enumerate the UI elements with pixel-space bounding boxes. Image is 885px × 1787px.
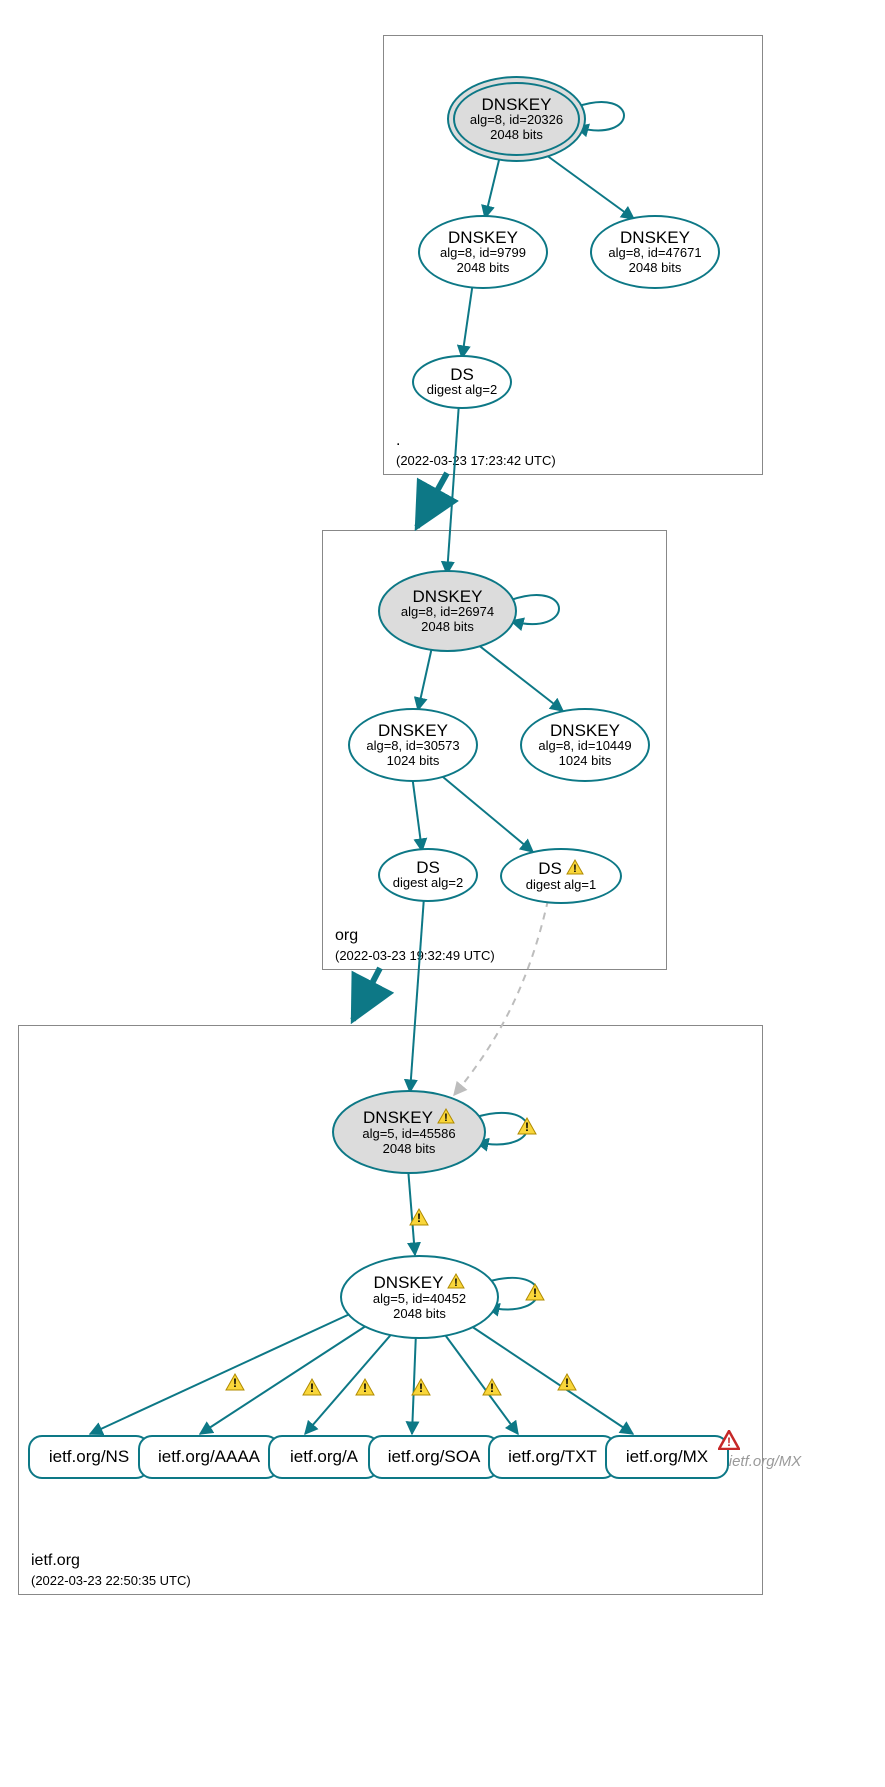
node-org-zsk2-l2: alg=8, id=10449 xyxy=(538,739,631,753)
rr-soa[interactable]: ietf.org/SOA xyxy=(368,1435,500,1479)
svg-text:!: ! xyxy=(727,1435,731,1449)
node-root-zsk1[interactable]: DNSKEY alg=8, id=9799 2048 bits xyxy=(418,215,548,289)
node-org-ksk-title: DNSKEY xyxy=(413,588,483,605)
node-org-ds1-title: DS xyxy=(416,859,440,876)
node-root-zsk2-title: DNSKEY xyxy=(620,229,690,246)
svg-text:!: ! xyxy=(455,1277,459,1289)
warning-icon: ! xyxy=(437,1108,455,1127)
rr-txt[interactable]: ietf.org/TXT xyxy=(488,1435,617,1479)
node-root-zsk1-l3: 2048 bits xyxy=(457,261,510,275)
zone-root-label: . xyxy=(396,432,400,450)
warning-icon: ! xyxy=(411,1378,431,1401)
svg-text:!: ! xyxy=(363,1381,367,1395)
warning-icon: ! xyxy=(409,1208,429,1231)
node-org-zsk1-title: DNSKEY xyxy=(378,722,448,739)
rr-txt-label: ietf.org/TXT xyxy=(508,1447,597,1467)
svg-text:!: ! xyxy=(419,1381,423,1395)
node-org-zsk1-l3: 1024 bits xyxy=(387,754,440,768)
svg-text:!: ! xyxy=(233,1376,237,1390)
warning-icon: ! xyxy=(557,1373,577,1396)
node-org-zsk1[interactable]: DNSKEY alg=8, id=30573 1024 bits xyxy=(348,708,478,782)
warning-icon: ! xyxy=(225,1373,245,1396)
node-root-zsk2[interactable]: DNSKEY alg=8, id=47671 2048 bits xyxy=(590,215,720,289)
node-root-ds-title: DS xyxy=(450,366,474,383)
zone-root-time: (2022-03-23 17:23:42 UTC) xyxy=(396,453,556,468)
node-ietf-ksk-title: DNSKEY xyxy=(363,1109,433,1126)
node-org-ksk[interactable]: DNSKEY alg=8, id=26974 2048 bits xyxy=(378,570,517,652)
node-root-zsk1-title: DNSKEY xyxy=(448,229,518,246)
node-org-zsk2-title: DNSKEY xyxy=(550,722,620,739)
warning-icon: ! xyxy=(566,859,584,878)
svg-text:!: ! xyxy=(310,1381,314,1395)
node-root-zsk2-l3: 2048 bits xyxy=(629,261,682,275)
node-ietf-ksk-l3: 2048 bits xyxy=(383,1142,436,1156)
warning-icon: ! xyxy=(355,1378,375,1401)
node-root-zsk2-l2: alg=8, id=47671 xyxy=(608,246,701,260)
node-ietf-zsk-title: DNSKEY xyxy=(374,1274,444,1291)
node-root-ksk[interactable]: DNSKEY alg=8, id=20326 2048 bits xyxy=(447,76,586,162)
svg-text:!: ! xyxy=(573,863,577,875)
node-root-ksk-title: DNSKEY xyxy=(482,96,552,113)
warning-icon: ! xyxy=(482,1378,502,1401)
rr-mx-error-label: ietf.org/MX xyxy=(729,1453,802,1470)
rr-a-label: ietf.org/A xyxy=(290,1447,358,1467)
rr-aaaa[interactable]: ietf.org/AAAA xyxy=(138,1435,280,1479)
node-ietf-zsk-l3: 2048 bits xyxy=(393,1307,446,1321)
rr-mx-label: ietf.org/MX xyxy=(626,1447,708,1467)
zone-ietf-label: ietf.org xyxy=(31,1552,80,1570)
warning-icon: ! xyxy=(447,1273,465,1292)
zone-ietf-time: (2022-03-23 22:50:35 UTC) xyxy=(31,1573,191,1588)
svg-text:!: ! xyxy=(444,1112,448,1124)
node-org-ds1-l2: digest alg=2 xyxy=(393,876,463,890)
node-ietf-ksk[interactable]: DNSKEY ! alg=5, id=45586 2048 bits xyxy=(332,1090,486,1174)
node-org-ds2-title: DS xyxy=(538,860,562,877)
node-ietf-zsk[interactable]: DNSKEY ! alg=5, id=40452 2048 bits xyxy=(340,1255,499,1339)
node-root-ds[interactable]: DS digest alg=2 xyxy=(412,355,512,409)
node-org-zsk2-l3: 1024 bits xyxy=(559,754,612,768)
node-ietf-ksk-l2: alg=5, id=45586 xyxy=(362,1127,455,1141)
node-ietf-zsk-l2: alg=5, id=40452 xyxy=(373,1292,466,1306)
warning-icon: ! xyxy=(302,1378,322,1401)
rr-ns[interactable]: ietf.org/NS xyxy=(28,1435,150,1479)
node-org-ds1[interactable]: DS digest alg=2 xyxy=(378,848,478,902)
node-root-ds-l2: digest alg=2 xyxy=(427,383,497,397)
rr-ns-label: ietf.org/NS xyxy=(49,1447,129,1467)
node-org-ds2-l2: digest alg=1 xyxy=(526,878,596,892)
warning-icon: ! xyxy=(517,1117,537,1140)
node-org-ksk-l2: alg=8, id=26974 xyxy=(401,605,494,619)
node-org-ksk-l3: 2048 bits xyxy=(421,620,474,634)
svg-text:!: ! xyxy=(533,1286,537,1300)
svg-text:!: ! xyxy=(565,1376,569,1390)
node-root-ksk-l3: 2048 bits xyxy=(490,128,543,142)
zone-org-label: org xyxy=(335,927,358,945)
node-org-zsk1-l2: alg=8, id=30573 xyxy=(366,739,459,753)
node-org-ds2[interactable]: DS ! digest alg=1 xyxy=(500,848,622,904)
svg-text:!: ! xyxy=(417,1211,421,1225)
node-org-zsk2[interactable]: DNSKEY alg=8, id=10449 1024 bits xyxy=(520,708,650,782)
svg-text:!: ! xyxy=(490,1381,494,1395)
error-icon: ! xyxy=(718,1430,740,1455)
warning-icon: ! xyxy=(525,1283,545,1306)
zone-org-time: (2022-03-23 19:32:49 UTC) xyxy=(335,948,495,963)
rr-a[interactable]: ietf.org/A xyxy=(268,1435,380,1479)
rr-aaaa-label: ietf.org/AAAA xyxy=(158,1447,260,1467)
node-root-ksk-l2: alg=8, id=20326 xyxy=(470,113,563,127)
rr-soa-label: ietf.org/SOA xyxy=(388,1447,481,1467)
rr-mx-error[interactable]: ietf.org/MX xyxy=(710,1453,820,1470)
diagram-canvas: . (2022-03-23 17:23:42 UTC) org (2022-03… xyxy=(0,0,885,1787)
node-root-zsk1-l2: alg=8, id=9799 xyxy=(440,246,526,260)
svg-text:!: ! xyxy=(525,1120,529,1134)
